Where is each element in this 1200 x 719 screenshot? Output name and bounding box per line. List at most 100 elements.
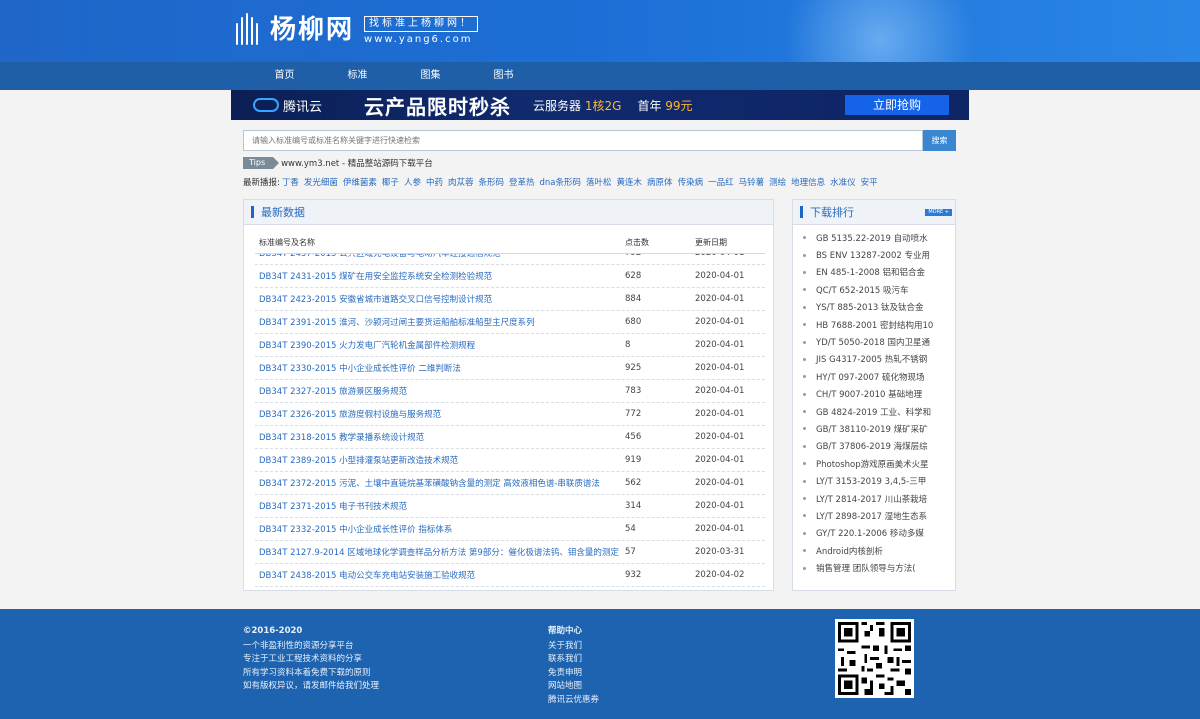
hot-search-link[interactable]: 安平 — [861, 178, 878, 188]
header-accent-bar — [800, 206, 803, 218]
standard-name-link[interactable]: DB34T 2326-2015 旅游度假村设施与服务规范 — [255, 408, 625, 420]
banner-brand-text: 腾讯云 — [283, 99, 323, 115]
hot-search-link[interactable]: 马铃薯 — [739, 178, 765, 188]
hot-search-link[interactable]: 条形码 — [478, 178, 504, 188]
rank-item[interactable]: QC/T 652-2015 吸污车 — [803, 281, 953, 298]
click-count: 8 — [625, 340, 631, 350]
update-date: 2020-03-31 — [695, 547, 745, 557]
click-count: 54 — [625, 524, 636, 534]
logo-text: 杨柳网 — [270, 15, 355, 45]
footer-link-coupon[interactable]: 腾讯云优惠券 — [548, 694, 599, 708]
hot-search-link[interactable]: 落叶松 — [586, 178, 612, 188]
footer-link-about[interactable]: 关于我们 — [548, 640, 599, 654]
rank-item[interactable]: YD/T 5050-2018 国内卫星通 — [803, 333, 953, 350]
hot-search-link[interactable]: dna条形码 — [540, 178, 582, 188]
hot-search-link[interactable]: 中药 — [426, 178, 443, 188]
hot-search-link[interactable]: 伊维菌素 — [343, 178, 377, 188]
standard-name-link[interactable]: DB34T 2371-2015 电子书刊技术规范 — [255, 500, 625, 512]
rank-item[interactable]: GB 5135.22-2019 自动喷水 — [803, 229, 953, 246]
ad-banner[interactable]: 腾讯云 云产品限时秒杀 云服务器 1核2G 首年 99元 立即抢购 — [231, 90, 969, 120]
table-row: DB34T 2391-2015 淮河、沙颍河过闸主要货运船舶标准船型主尺度系列 6… — [255, 311, 765, 334]
rank-item[interactable]: LY/T 3153-2019 3,4,5-三甲 — [803, 472, 953, 489]
standard-name-link[interactable]: DB34T 2423-2015 安徽省城市道路交叉口信号控制设计规范 — [255, 293, 625, 305]
rank-item[interactable]: LY/T 2898-2017 湿地生态系 — [803, 507, 953, 524]
rank-item[interactable]: GB 4824-2019 工业、科学和 — [803, 403, 953, 420]
hot-search-link[interactable]: 人参 — [404, 178, 421, 188]
banner-server: 云服务器 1核2G — [533, 97, 621, 114]
standard-name-link[interactable]: DB34T 2330-2015 中小企业成长性评价 二维判断法 — [255, 362, 625, 374]
banner-buy-button[interactable]: 立即抢购 — [845, 95, 949, 115]
update-date: 2020-04-01 — [695, 455, 745, 465]
banner-server-spec: 1核2G — [584, 98, 622, 113]
hot-search-link[interactable]: 水准仪 — [830, 178, 856, 188]
rank-item[interactable]: 销售管理 团队领导与方法( — [803, 559, 953, 576]
nav-books[interactable]: 图书 — [467, 62, 540, 90]
banner-server-prefix: 云服务器 — [533, 98, 582, 113]
site-header: 杨柳网 找标准上杨柳网！ www.yang6.com — [0, 0, 1200, 62]
hot-search-link[interactable]: 一品红 — [708, 178, 734, 188]
cloud-logo-icon — [253, 98, 279, 112]
header-accent-bar — [251, 206, 254, 218]
hot-search-link[interactable]: 肉苁蓉 — [448, 178, 474, 188]
click-count: 57 — [625, 547, 636, 557]
rank-item[interactable]: Photoshop游戏原画美术火星 — [803, 455, 953, 472]
hot-search-link[interactable]: 测绘 — [769, 178, 786, 188]
rank-item[interactable]: GB/T 38110-2019 煤矿采矿 — [803, 420, 953, 437]
standard-name-link[interactable]: DB34T 2431-2015 煤矿在用安全监控系统安全检测检验规范 — [255, 270, 625, 282]
nav-atlas[interactable]: 图集 — [394, 62, 467, 90]
rank-item[interactable]: Android内核剖析 — [803, 542, 953, 559]
hot-search-links: 丁香 发光细菌 伊维菌素 椰子 人参 中药 肉苁蓉 条形码 登革热 dna条形码 落叶松 黄连木 病原体… — [282, 177, 883, 189]
rank-item[interactable]: JIS G4317-2005 热轧不锈钢 — [803, 351, 953, 368]
nav-home[interactable]: 首页 — [248, 62, 321, 90]
rank-item[interactable]: BS ENV 13287-2002 专业用 — [803, 246, 953, 263]
search-input[interactable] — [244, 131, 922, 150]
standard-name-link[interactable]: DB34T 2318-2015 教学录播系统设计规范 — [255, 431, 625, 443]
standard-name-link[interactable]: DB34T 2332-2015 中小企业成长性评价 指标体系 — [255, 523, 625, 535]
rank-item[interactable]: YS/T 885-2013 钛及钛合金 — [803, 299, 953, 316]
rank-more-button[interactable]: MORE + — [925, 209, 952, 216]
table-row: DB34T 2327-2015 旅游景区服务规范 783 2020-04-01 — [255, 380, 765, 403]
standard-name-link[interactable]: DB34T 2438-2015 电动公交车充电站安装施工验收规范 — [255, 569, 625, 581]
slogan-box: 找标准上杨柳网！ www.yang6.com — [364, 15, 479, 45]
standard-name-link[interactable]: DB34T 2372-2015 污泥、土壤中直链烷基苯磺酸钠含量的测定 高效液相… — [255, 477, 625, 489]
standard-name-link[interactable]: DB34T 2127.9-2014 区域地球化学调查样品分析方法 第9部分：催化… — [255, 546, 625, 558]
hot-search-link[interactable]: 丁香 — [282, 178, 299, 188]
hot-search-link[interactable]: 发光细菌 — [304, 178, 338, 188]
tips-tag: Tips — [243, 157, 280, 169]
rank-panel-title: 下载排行 — [810, 206, 854, 219]
standard-name-link[interactable]: DB34T 2390-2015 火力发电厂汽轮机金属部件检测规程 — [255, 339, 625, 351]
rank-item[interactable]: EN 485-1-2008 铝和铝合金 — [803, 264, 953, 281]
standard-name-link[interactable]: DB34T 2389-2015 小型排灌泵站更新改造技术规范 — [255, 454, 625, 466]
hot-search-link[interactable]: 黄连木 — [617, 178, 643, 188]
update-date: 2020-04-01 — [695, 317, 745, 327]
table-row: DB34T 2330-2015 中小企业成长性评价 二维判断法 925 2020-0… — [255, 357, 765, 380]
footer-link-disclaimer[interactable]: 免责申明 — [548, 667, 599, 681]
footer-help: 帮助中心 关于我们 联系我们 免责申明 网站地图 腾讯云优惠券 — [548, 625, 599, 708]
hot-search-link[interactable]: 病原体 — [647, 178, 673, 188]
main-nav: 首页 标准 图集 图书 — [0, 62, 1200, 90]
rank-item[interactable]: GB/T 37806-2019 海煤层综 — [803, 438, 953, 455]
site-logo[interactable]: 杨柳网 找标准上杨柳网！ www.yang6.com — [234, 13, 479, 47]
tips-text[interactable]: www.ym3.net - 精品整站源码下载平台 — [281, 157, 433, 169]
rank-item[interactable]: HY/T 097-2007 硫化物现场 — [803, 368, 953, 385]
hot-search-link[interactable]: 传染病 — [678, 178, 704, 188]
hot-search-link[interactable]: 椰子 — [382, 178, 399, 188]
hot-search-link[interactable]: 地理信息 — [791, 178, 825, 188]
slogan: 找标准上杨柳网！ — [364, 15, 479, 32]
rank-item[interactable]: CH/T 9007-2010 基础地理 — [803, 386, 953, 403]
rank-item[interactable]: HB 7688-2001 密封结构用10 — [803, 316, 953, 333]
qr-code-icon — [838, 622, 911, 695]
table-row: DB34T 2431-2015 煤矿在用安全监控系统安全检测检验规范 628 202… — [255, 265, 765, 288]
search-button[interactable]: 搜索 — [923, 130, 956, 151]
rank-item[interactable]: LY/T 2814-2017 川山茶栽培 — [803, 490, 953, 507]
footer-line: 如有版权异议，请发邮件给我们处理 — [243, 681, 380, 692]
footer-line: 所有学习资料本着免费下载的原则 — [243, 667, 371, 678]
click-count: 628 — [625, 271, 642, 281]
nav-standards[interactable]: 标准 — [321, 62, 394, 90]
footer-link-contact[interactable]: 联系我们 — [548, 653, 599, 667]
rank-item[interactable]: GY/T 220.1-2006 移动多媒 — [803, 525, 953, 542]
standard-name-link[interactable]: DB34T 2391-2015 淮河、沙颍河过闸主要货运船舶标准船型主尺度系列 — [255, 316, 625, 328]
hot-search-link[interactable]: 登革热 — [509, 178, 535, 188]
standard-name-link[interactable]: DB34T 2327-2015 旅游景区服务规范 — [255, 385, 625, 397]
footer-link-sitemap[interactable]: 网站地图 — [548, 680, 599, 694]
